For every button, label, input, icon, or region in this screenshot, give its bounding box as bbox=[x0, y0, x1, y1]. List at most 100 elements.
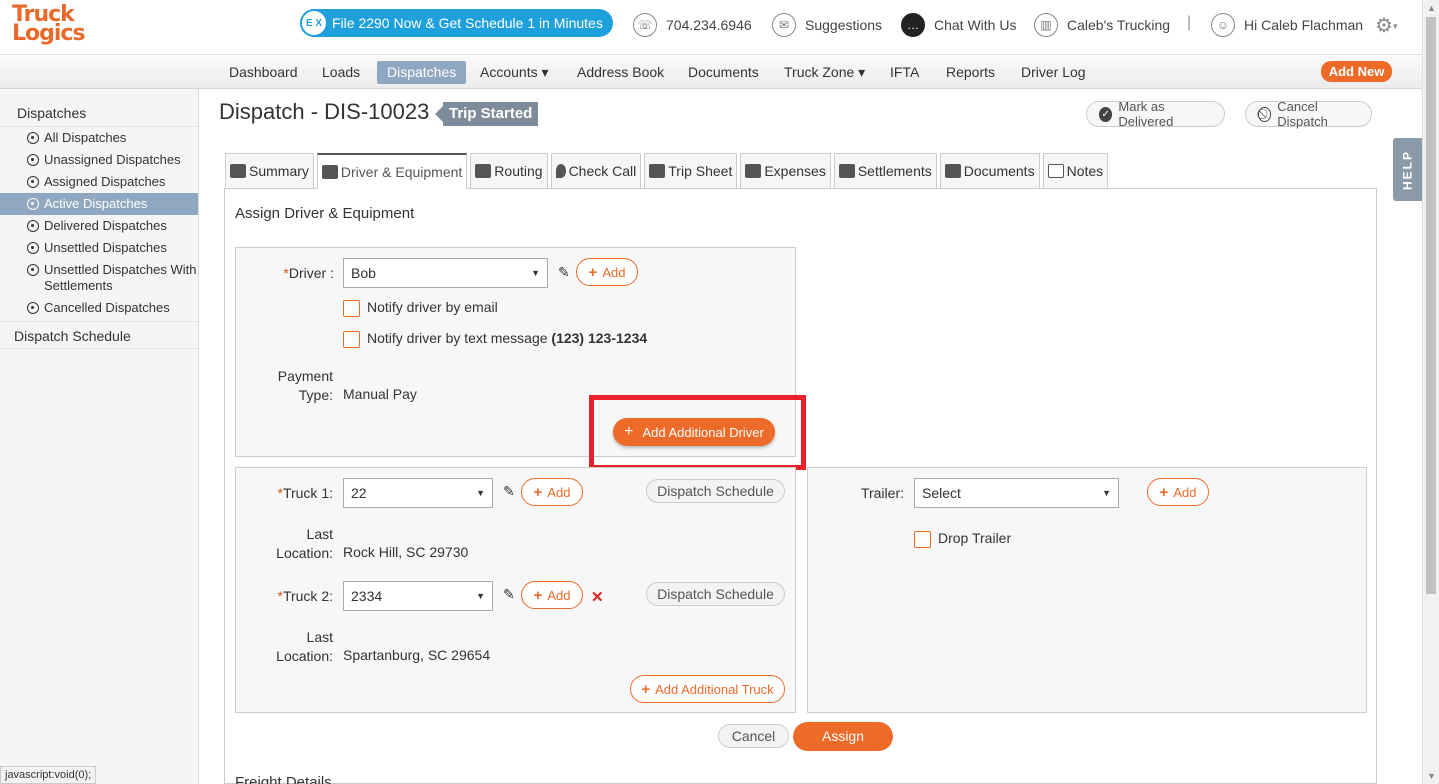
circle-dot-icon bbox=[27, 264, 39, 276]
tab-settlements[interactable]: Settlements bbox=[833, 153, 937, 188]
truck-1-location: Rock Hill, SC 29730 bbox=[343, 544, 469, 560]
add-new-button[interactable]: Add New bbox=[1321, 61, 1392, 82]
sidebar-heading[interactable]: Dispatches bbox=[0, 99, 198, 127]
tab-expenses[interactable]: Expenses bbox=[740, 153, 831, 188]
scroll-down-arrow-icon[interactable]: ▼ bbox=[1427, 771, 1436, 781]
add-label: Add bbox=[547, 587, 571, 603]
notes-icon bbox=[1047, 164, 1064, 178]
truck-2-dispatch-schedule-button[interactable]: Dispatch Schedule bbox=[646, 582, 785, 606]
sidebar-item-unassigned[interactable]: Unassigned Dispatches bbox=[0, 149, 198, 171]
trailer-select[interactable]: Select ▼ bbox=[914, 478, 1119, 508]
page-scrollbar[interactable]: ▲ ▼ bbox=[1422, 0, 1439, 784]
company-link[interactable]: ▥ Caleb's Trucking bbox=[1034, 12, 1170, 38]
add-truck-2-button[interactable]: + Add bbox=[521, 581, 583, 609]
dispatch-tabs: Summary Driver & Equipment Routing Check… bbox=[225, 153, 1109, 189]
trip-sheet-icon bbox=[649, 164, 666, 178]
notify-text-checkbox[interactable] bbox=[343, 331, 360, 348]
add-label: Add bbox=[547, 484, 571, 500]
phone-link[interactable]: ☏ 704.234.6946 bbox=[633, 12, 752, 38]
truck-2-select[interactable]: 2334 ▼ bbox=[343, 581, 493, 611]
payment-type-value: Manual Pay bbox=[343, 386, 417, 402]
tab-routing[interactable]: Routing bbox=[470, 153, 548, 188]
tab-notes[interactable]: Notes bbox=[1042, 153, 1109, 188]
nav-dashboard[interactable]: Dashboard bbox=[219, 61, 308, 84]
nav-documents[interactable]: Documents bbox=[678, 61, 769, 84]
circle-dot-icon bbox=[27, 198, 39, 210]
tab-driver-equipment[interactable]: Driver & Equipment bbox=[316, 153, 468, 189]
drop-trailer-label: Drop Trailer bbox=[938, 530, 1012, 546]
assign-button[interactable]: Assign bbox=[793, 722, 893, 751]
sidebar-item-delivered[interactable]: Delivered Dispatches bbox=[0, 215, 198, 237]
truck-2-label: *Truck 2: bbox=[277, 588, 334, 604]
location-marker-icon bbox=[555, 164, 566, 178]
cancel-dispatch-button[interactable]: ⃠ Cancel Dispatch bbox=[1245, 99, 1372, 129]
add-driver-button[interactable]: + Add bbox=[576, 258, 638, 286]
user-menu[interactable]: ☺ Hi Caleb Flachman bbox=[1211, 12, 1363, 38]
sidebar-item-label: Unassigned Dispatches bbox=[44, 152, 181, 167]
settings-gear-icon[interactable]: ⚙▾ bbox=[1375, 13, 1397, 38]
chat-link[interactable]: … Chat With Us bbox=[901, 12, 1016, 38]
nav-reports[interactable]: Reports bbox=[936, 61, 1005, 84]
header-separator: | bbox=[1187, 14, 1192, 31]
sidebar-item-label: Active Dispatches bbox=[44, 196, 148, 211]
edit-pencil-icon[interactable]: ✎ bbox=[503, 483, 515, 500]
chat-bubble-icon: … bbox=[901, 13, 925, 37]
add-additional-truck-button[interactable]: + Add Additional Truck bbox=[630, 675, 785, 703]
form-2290-promo-button[interactable]: E X File 2290 Now & Get Schedule 1 in Mi… bbox=[300, 9, 613, 37]
sidebar-item-label: Cancelled Dispatches bbox=[44, 300, 170, 315]
tab-label: Check Call bbox=[568, 163, 637, 179]
add-trailer-button[interactable]: + Add bbox=[1147, 478, 1209, 506]
sidebar-item-all-dispatches[interactable]: All Dispatches bbox=[0, 127, 198, 149]
circle-dot-icon bbox=[27, 242, 39, 254]
sidebar-item-unsettled[interactable]: Unsettled Dispatches bbox=[0, 237, 198, 259]
nav-address-book[interactable]: Address Book bbox=[567, 61, 674, 84]
scrollbar-thumb[interactable] bbox=[1426, 17, 1436, 594]
truck-icon bbox=[230, 164, 246, 178]
top-header: Truck Logics E X File 2290 Now & Get Sch… bbox=[0, 0, 1422, 54]
building-icon: ▥ bbox=[1034, 13, 1058, 37]
ban-icon: ⃠ bbox=[1258, 106, 1272, 122]
help-tab[interactable]: HELP bbox=[1393, 138, 1422, 201]
tab-summary[interactable]: Summary bbox=[225, 153, 314, 188]
drop-trailer-checkbox[interactable] bbox=[914, 531, 931, 548]
nav-ifta[interactable]: IFTA bbox=[880, 61, 929, 84]
person-dollar-icon bbox=[838, 164, 855, 178]
edit-pencil-icon[interactable]: ✎ bbox=[503, 586, 515, 603]
add-truck-1-button[interactable]: + Add bbox=[521, 478, 583, 506]
sidebar: Dispatches All Dispatches Unassigned Dis… bbox=[0, 89, 199, 784]
driver-select[interactable]: Bob ▼ bbox=[343, 258, 548, 288]
browser-status-bar: javascript:void(0); bbox=[0, 766, 97, 784]
truck-1-select[interactable]: 22 ▼ bbox=[343, 478, 493, 508]
nav-truck-zone[interactable]: Truck Zone ▾ bbox=[774, 61, 875, 84]
nav-driver-log[interactable]: Driver Log bbox=[1011, 61, 1096, 84]
truck-1-dispatch-schedule-button[interactable]: Dispatch Schedule bbox=[646, 479, 785, 503]
truck-2-last-location-label: Last Location: bbox=[276, 629, 333, 664]
tab-trip-sheet[interactable]: Trip Sheet bbox=[644, 153, 738, 188]
driver-gear-icon bbox=[321, 165, 338, 179]
sidebar-item-unsettled-with-settlements[interactable]: Unsettled Dispatches With Settlements bbox=[0, 259, 198, 297]
sidebar-item-assigned[interactable]: Assigned Dispatches bbox=[0, 171, 198, 193]
truck-logics-logo[interactable]: Truck Logics bbox=[12, 4, 112, 49]
payment-type-label: Payment Type: bbox=[277, 368, 333, 403]
circle-dot-icon bbox=[27, 132, 39, 144]
sidebar-item-active[interactable]: Active Dispatches bbox=[0, 193, 198, 215]
dropdown-arrow-icon: ▼ bbox=[1102, 488, 1111, 498]
mark-as-delivered-button[interactable]: ✓ Mark as Delivered bbox=[1086, 99, 1225, 129]
nav-loads[interactable]: Loads bbox=[312, 61, 370, 84]
scroll-up-arrow-icon[interactable]: ▲ bbox=[1427, 3, 1436, 13]
sidebar-item-label: All Dispatches bbox=[44, 130, 127, 145]
notify-email-checkbox[interactable] bbox=[343, 300, 360, 317]
suggestions-link[interactable]: ✉ Suggestions bbox=[772, 12, 882, 38]
envelope-icon: ✉ bbox=[772, 13, 796, 37]
edit-pencil-icon[interactable]: ✎ bbox=[558, 264, 570, 281]
nav-accounts[interactable]: Accounts ▾ bbox=[470, 61, 559, 84]
cancel-button[interactable]: Cancel bbox=[718, 724, 789, 748]
tab-check-call[interactable]: Check Call bbox=[550, 153, 642, 188]
sidebar-item-cancelled[interactable]: Cancelled Dispatches bbox=[0, 297, 198, 319]
remove-truck-2-icon[interactable]: ✕ bbox=[591, 588, 604, 606]
user-greeting: Hi Caleb Flachman bbox=[1244, 17, 1364, 33]
sidebar-item-dispatch-schedule[interactable]: Dispatch Schedule bbox=[0, 321, 198, 349]
nav-dispatches[interactable]: Dispatches bbox=[377, 61, 467, 84]
circle-dot-icon bbox=[27, 220, 39, 232]
tab-documents[interactable]: Documents bbox=[939, 153, 1040, 188]
